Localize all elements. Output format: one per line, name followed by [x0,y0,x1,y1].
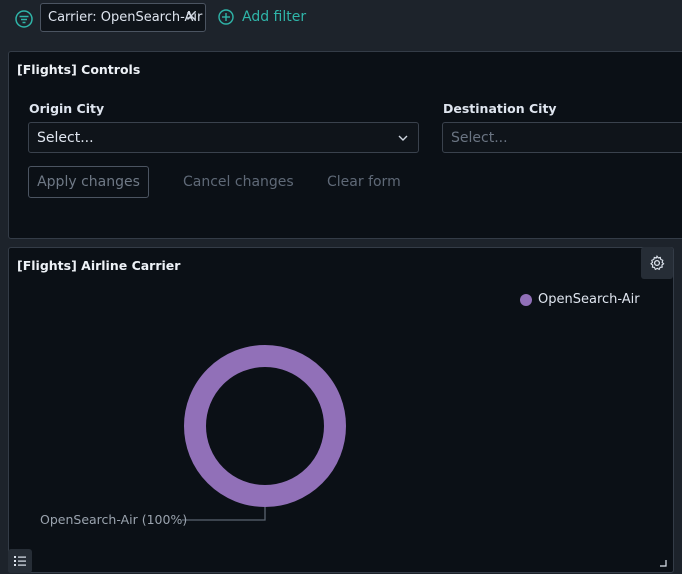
add-filter-button[interactable]: Add filter [218,6,306,28]
apply-changes-button[interactable]: Apply changes [28,166,149,198]
gear-icon [650,255,665,271]
slice-label: OpenSearch-Air (100%) [40,512,188,527]
destination-city-placeholder: Select... [451,129,508,146]
plus-circle-icon [218,9,234,25]
panel-title: [Flights] Airline Carrier [17,258,181,273]
close-icon[interactable]: ✕ [185,9,197,25]
filter-pill-carrier[interactable]: Carrier: OpenSearch-Air ✕ [40,3,206,32]
filter-bar: Carrier: OpenSearch-Air ✕ Add filter [0,0,682,36]
destination-city-select[interactable]: Select... [442,122,682,153]
origin-city-label: Origin City [29,101,105,116]
filter-icon[interactable] [14,9,34,29]
panel-options-button[interactable] [641,247,673,279]
legend-swatch[interactable] [520,293,532,306]
add-filter-label: Add filter [242,9,307,25]
chevron-down-icon [398,135,408,141]
panel-title: [Flights] Controls [17,62,141,77]
clear-form-button[interactable]: Clear form [327,174,401,190]
list-icon [14,556,26,566]
origin-city-placeholder: Select... [37,129,94,146]
chart-legend: OpenSearch-Air [520,292,640,307]
legend-toggle-button[interactable] [8,549,32,573]
origin-city-select[interactable]: Select... [28,122,419,153]
filter-pill-label: Carrier: OpenSearch-Air [48,10,203,25]
legend-label[interactable]: OpenSearch-Air [538,292,640,307]
resize-handle-icon[interactable] [659,559,667,567]
cancel-changes-button[interactable]: Cancel changes [183,174,294,190]
destination-city-label: Destination City [443,101,557,116]
